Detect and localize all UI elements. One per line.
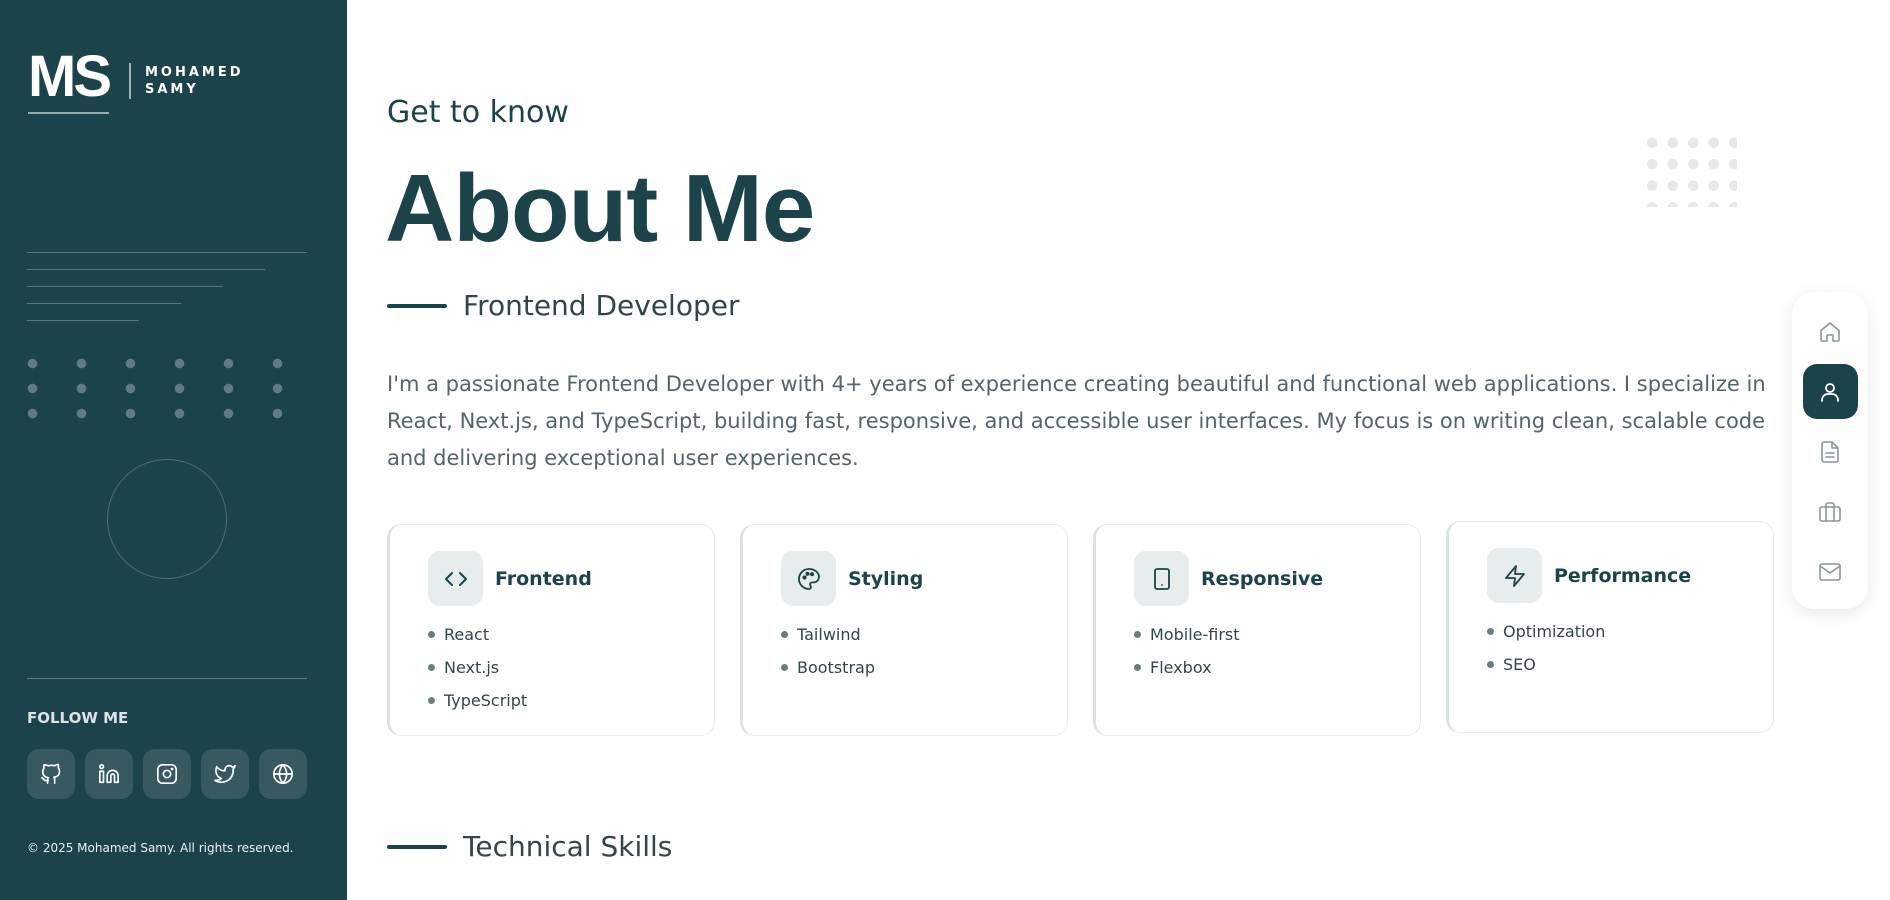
mail-icon [1819,562,1841,581]
logo-separator [129,63,131,99]
card-list: React Next.js TypeScript [428,618,714,717]
logo-name-line2: SAMY [145,82,199,97]
globe-icon [273,764,293,784]
floating-nav [1792,292,1868,609]
section-eyebrow: Get to know [387,95,569,130]
about-section: Get to know About Me Frontend Developer … [347,0,1792,900]
list-item: Tailwind [781,618,1067,651]
follow-label: FOLLOW ME [27,709,129,727]
skill-card-styling: Styling Tailwind Bootstrap [740,524,1068,736]
list-item: Flexbox [1134,651,1420,684]
technical-skills-heading-text: Technical Skills [463,830,673,863]
github-icon [41,763,61,784]
list-item: React [428,618,714,651]
sidebar-divider [27,678,307,679]
social-links [27,749,307,799]
social-twitter-button[interactable] [201,749,249,799]
nav-portfolio-button[interactable] [1803,484,1858,539]
nav-contact-button[interactable] [1803,544,1858,599]
heading-accent-bar [387,303,447,308]
lightning-icon [1504,564,1525,587]
card-icon-box [1487,548,1542,603]
heading-accent-bar [387,844,447,849]
twitter-icon [214,764,236,784]
social-linkedin-button[interactable] [85,749,133,799]
logo-name: MOHAMED SAMY [145,64,244,98]
card-title: Performance [1554,564,1692,587]
card-header: Frontend [428,551,714,606]
intro-paragraph: I'm a passionate Frontend Developer with… [387,372,1766,470]
sidebar: MS MOHAMED SAMY FOLLOW ME © 2025 Mohamed… [0,0,347,900]
card-icon-box [781,551,836,606]
list-item: Next.js [428,651,714,684]
card-title: Responsive [1201,567,1324,590]
social-github-button[interactable] [27,749,75,799]
list-item: Optimization [1487,615,1773,648]
decorative-lines [27,252,307,337]
copyright-text: © 2025 Mohamed Samy. All rights reserved… [27,841,294,855]
list-item: SEO [1487,648,1773,681]
user-icon [1821,382,1839,402]
linkedin-icon [99,764,119,784]
card-list: Tailwind Bootstrap [781,618,1067,684]
card-list: Optimization SEO [1487,615,1773,681]
page-title: About Me [385,155,815,262]
card-icon-box [1134,551,1189,606]
decorative-circle [107,459,227,579]
decorative-dot-grid [27,358,287,420]
skill-card-frontend: Frontend React Next.js TypeScript [387,524,715,736]
palette-icon [797,567,820,590]
skill-card-performance: Performance Optimization SEO [1446,521,1774,733]
role-heading-text: Frontend Developer [463,289,740,322]
document-icon [1821,440,1839,463]
skill-cards: Frontend React Next.js TypeScript Stylin… [387,521,1774,736]
decor-line [27,252,307,253]
social-instagram-button[interactable] [143,749,191,799]
logo[interactable]: MS MOHAMED SAMY [28,48,244,114]
code-icon [444,571,467,586]
logo-mark: MS [28,48,112,114]
nav-resume-button[interactable] [1803,424,1858,479]
role-heading: Frontend Developer [387,289,739,322]
decor-line [27,269,265,270]
instagram-icon [157,764,177,784]
smartphone-icon [1153,567,1170,590]
card-list: Mobile-first Flexbox [1134,618,1420,684]
decor-line [27,286,223,287]
card-icon-box [428,551,483,606]
decorative-dot-pattern [1642,132,1737,207]
nav-home-button[interactable] [1803,304,1858,359]
technical-skills-heading: Technical Skills [387,830,672,863]
card-header: Performance [1487,548,1773,603]
card-header: Responsive [1134,551,1420,606]
decor-line [27,320,139,321]
social-website-button[interactable] [259,749,307,799]
decor-line [27,303,181,304]
list-item: TypeScript [428,684,714,717]
card-title: Frontend [495,567,592,590]
nav-about-button[interactable] [1802,364,1858,419]
home-icon [1820,321,1840,342]
logo-name-line1: MOHAMED [145,65,244,80]
briefcase-icon [1819,501,1841,522]
skill-card-responsive: Responsive Mobile-first Flexbox [1093,524,1421,736]
card-title: Styling [848,567,924,590]
list-item: Mobile-first [1134,618,1420,651]
card-header: Styling [781,551,1067,606]
list-item: Bootstrap [781,651,1067,684]
